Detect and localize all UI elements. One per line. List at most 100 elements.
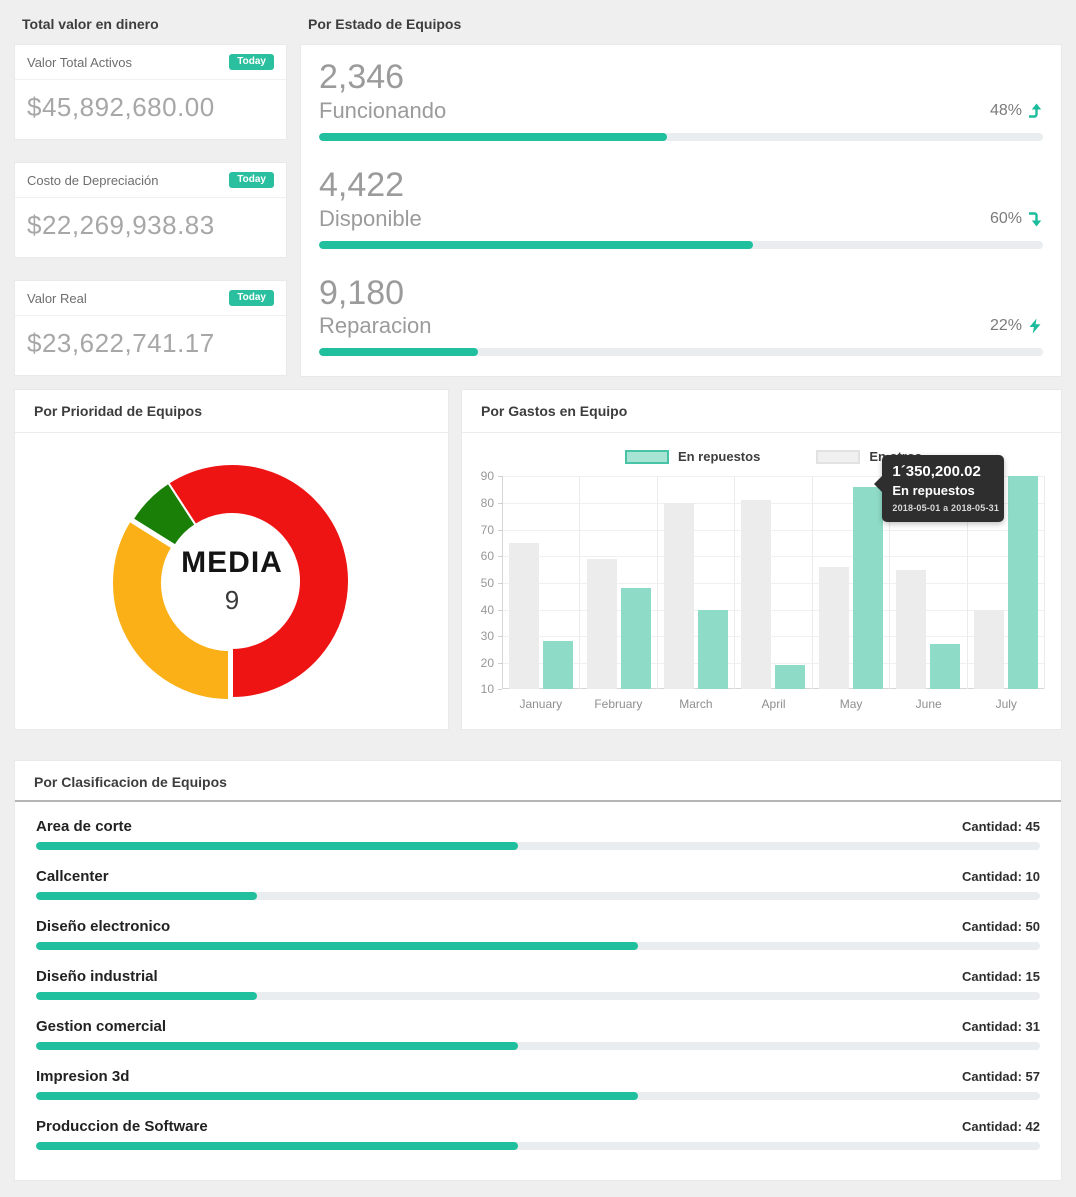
clasificacion-progress-track (36, 992, 1040, 1000)
x-axis-label: April (735, 689, 813, 711)
clasificacion-row-header: Diseño industrialCantidad: 15 (36, 968, 1040, 985)
tooltip-arrow-icon (874, 476, 882, 492)
percent-value: 48% (990, 102, 1022, 120)
clasificacion-row: Gestion comercial Cantidad: 31 (36, 1018, 1040, 1050)
y-tick-label: 20 (481, 656, 494, 670)
legend-label: En repuestos (678, 449, 760, 464)
x-axis-label: June (890, 689, 968, 711)
lightning-bolt-icon (1027, 318, 1043, 334)
cantidad-value: Cantidad: 10 (962, 869, 1040, 884)
cantidad-value: Cantidad: 15 (962, 969, 1040, 984)
bar-en-repuestos[interactable] (1008, 476, 1038, 689)
money-card: Valor RealToday$23,622,741.17 (14, 280, 287, 376)
legend-swatch (625, 450, 669, 464)
dashboard-page: Total valor en dinero Valor Total Activo… (0, 0, 1076, 1197)
bar-chart: En repuestosEn otros 102030405060708090 … (462, 433, 1061, 723)
clasificacion-progress-fill (36, 1092, 638, 1100)
bar-en-otros[interactable] (664, 503, 694, 689)
estado-stat-value: 2,346 (319, 57, 1043, 98)
clasificacion-row-header: Impresion 3dCantidad: 57 (36, 1068, 1040, 1085)
clasificacion-progress-track (36, 892, 1040, 900)
y-tick-mark (498, 689, 502, 690)
money-card: Valor Total Activos Today $45,892,680.00 (14, 44, 287, 140)
bar-group-april (735, 476, 812, 689)
clasificacion-progress-track (36, 942, 1040, 950)
clasificacion-row: Produccion de SoftwareCantidad: 42 (36, 1118, 1040, 1150)
y-tick-label: 30 (481, 629, 494, 643)
plot: 1´350,200.02 En repuestos 2018-05-01 a 2… (502, 476, 1045, 689)
x-axis-label: March (657, 689, 735, 711)
x-axis-label: January (502, 689, 580, 711)
gastos-panel: Por Gastos en Equipo En repuestosEn otro… (461, 389, 1062, 730)
y-tick-label: 10 (481, 682, 494, 696)
today-badge: Today (229, 54, 274, 70)
clasificacion-label: Gestion comercial (36, 1018, 166, 1035)
legend-item[interactable]: En repuestos (625, 449, 760, 464)
priority-donut-svg: MEDIA9 (92, 441, 372, 721)
clasificacion-row-header: CallcenterCantidad: 10 (36, 868, 1040, 885)
tooltip-series-label: En repuestos (892, 483, 994, 498)
bar-en-repuestos[interactable] (775, 665, 805, 689)
estado-column: Por Estado de Equipos 2,346Funcionando48… (300, 8, 1062, 377)
bar-en-otros[interactable] (509, 543, 539, 689)
bar-en-repuestos[interactable] (543, 641, 573, 689)
bar-group-february (580, 476, 657, 689)
level-down-arrow-icon (1027, 211, 1043, 227)
clasificacion-label: Impresion 3d (36, 1068, 129, 1085)
bar-en-otros[interactable] (896, 570, 926, 690)
estado-stat-value: 4,422 (319, 165, 1043, 206)
estado-progress-fill (319, 348, 478, 356)
y-tick-label: 40 (481, 603, 494, 617)
clasificacion-progress-track (36, 1092, 1040, 1100)
bar-en-repuestos[interactable] (621, 588, 651, 689)
middle-row: Por Prioridad de Equipos MEDIA9 Por Gast… (14, 389, 1062, 730)
estado-stat-percent: 22% (990, 317, 1043, 335)
clasificacion-label: Diseño electronico (36, 918, 170, 935)
tooltip-date-range: 2018-05-01 a 2018-05-31 (892, 503, 994, 513)
clasificacion-progress-track (36, 1042, 1040, 1050)
estado-panel: 2,346Funcionando48%4,422Disponible60%9,1… (300, 44, 1062, 377)
bar-en-otros[interactable] (587, 559, 617, 689)
bar-group-january (503, 476, 580, 689)
bar-en-otros[interactable] (741, 500, 771, 689)
clasificacion-progress-fill (36, 892, 257, 900)
money-card-value: $45,892,680.00 (15, 80, 286, 139)
money-card-header: Valor RealToday (15, 281, 286, 316)
bar-en-otros[interactable] (819, 567, 849, 689)
money-cards-container: Valor Total Activos Today $45,892,680.00 Co… (14, 44, 287, 376)
clasificacion-row: CallcenterCantidad: 10 (36, 868, 1040, 900)
bar-group-may (813, 476, 890, 689)
chart-plot-area: 102030405060708090 1´350,200.02 En repue… (472, 476, 1045, 689)
money-card-header: Costo de DepreciaciónToday (15, 163, 286, 198)
estado-stat: 4,422Disponible60% (319, 157, 1043, 249)
donut-center-value: 9 (224, 585, 238, 615)
money-card: Costo de DepreciaciónToday$22,269,938.83 (14, 162, 287, 258)
bar-group-march (658, 476, 735, 689)
bar-en-repuestos[interactable] (853, 487, 883, 689)
estado-progress-track (319, 241, 1043, 249)
clasificacion-progress-fill (36, 1142, 518, 1150)
percent-value: 60% (990, 210, 1022, 228)
bar-en-repuestos[interactable] (930, 644, 960, 689)
cantidad-value: Cantidad: 31 (962, 1019, 1040, 1034)
clasificacion-progress-fill (36, 942, 638, 950)
estado-stat-label: Reparacion (319, 313, 432, 339)
chart-tooltip: 1´350,200.02 En repuestos 2018-05-01 a 2… (882, 455, 1004, 522)
bar-en-repuestos[interactable] (698, 610, 728, 690)
estado-stat-percent: 60% (990, 210, 1043, 228)
y-tick-label: 70 (481, 523, 494, 537)
money-card-label: Valor Total Activos (27, 55, 132, 70)
bar-en-otros[interactable] (974, 610, 1004, 690)
estado-stat-row: Disponible60% (319, 206, 1043, 232)
today-badge: Today (229, 172, 274, 188)
gastos-panel-title: Por Gastos en Equipo (462, 390, 1061, 433)
totals-column: Total valor en dinero Valor Total Activo… (14, 8, 287, 376)
prioridad-panel: Por Prioridad de Equipos MEDIA9 (14, 389, 449, 730)
y-tick-label: 50 (481, 576, 494, 590)
today-badge: Today (229, 290, 274, 306)
clasificacion-progress-fill (36, 842, 518, 850)
percent-value: 22% (990, 317, 1022, 335)
clasificacion-progress-fill (36, 992, 257, 1000)
estado-progress-fill (319, 133, 667, 141)
estado-stat: 2,346Funcionando48% (319, 49, 1043, 141)
